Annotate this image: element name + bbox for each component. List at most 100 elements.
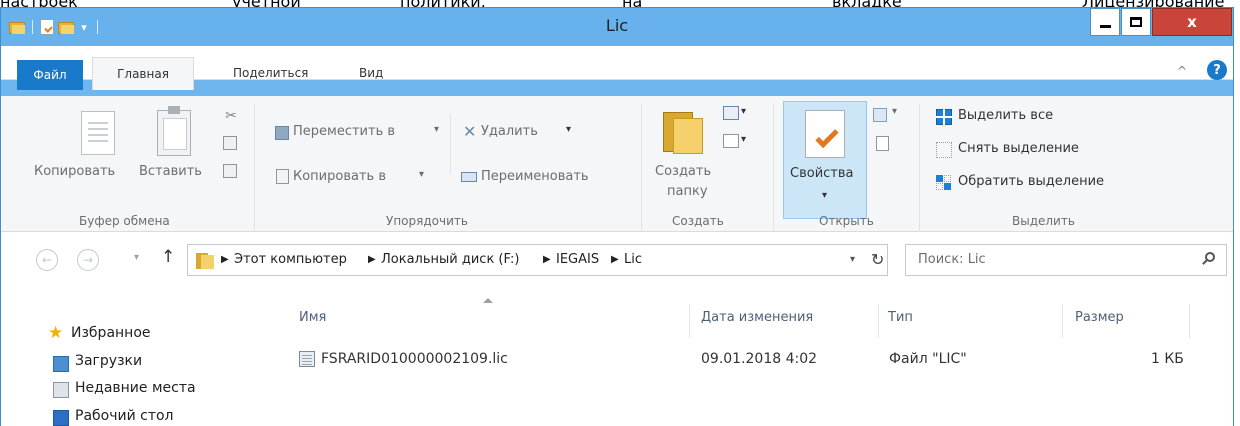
- maximize-button[interactable]: [1121, 8, 1151, 36]
- minimize-icon: [1099, 24, 1111, 28]
- help-icon[interactable]: ?: [1207, 60, 1227, 80]
- edit-icon[interactable]: [876, 136, 889, 151]
- easy-access-icon[interactable]: [723, 134, 739, 148]
- content-area: ★ Избранное Загрузки Недавние места Рабо…: [1, 290, 1233, 426]
- invert-selection-icon: [936, 175, 952, 191]
- rename-icon: [461, 172, 477, 182]
- invert-selection-button[interactable]: Обратить выделение: [958, 174, 1104, 189]
- new-item-icon[interactable]: [723, 106, 739, 120]
- copy-icon: [81, 111, 115, 155]
- tab-share[interactable]: Поделиться: [233, 66, 308, 80]
- file-row[interactable]: FSRARID010000002109.lic 09.01.2018 4:02 …: [295, 348, 1195, 372]
- chevron-down-icon: ▾: [566, 124, 572, 135]
- recent-locations-icon[interactable]: ▾: [134, 252, 139, 263]
- chevron-down-icon: ▾: [741, 134, 747, 145]
- close-button[interactable]: x: [1152, 8, 1232, 36]
- properties-button[interactable]: Свойства ▾: [783, 101, 867, 219]
- breadcrumb-item[interactable]: Lic: [624, 252, 642, 267]
- breadcrumb-item[interactable]: IEGAIS: [556, 252, 599, 267]
- refresh-icon[interactable]: ↻: [871, 250, 884, 269]
- up-button[interactable]: ↑: [161, 247, 175, 267]
- address-bar[interactable]: ▶ Этот компьютер ▶ Локальный диск (F:) ▶…: [187, 244, 888, 276]
- move-to-button[interactable]: Переместить в: [293, 124, 395, 139]
- group-label-open: Открыть: [819, 214, 874, 228]
- breadcrumb-item[interactable]: Локальный диск (F:): [381, 252, 519, 267]
- nav-item-desktop[interactable]: Рабочий стол: [75, 408, 174, 424]
- chevron-down-icon: ▾: [434, 124, 440, 135]
- downloads-icon: [53, 356, 69, 372]
- search-input[interactable]: Поиск: Lic: [905, 244, 1227, 276]
- address-history-icon[interactable]: ▾: [850, 254, 855, 265]
- nav-item-favorites[interactable]: Избранное: [71, 325, 151, 341]
- separator: [450, 114, 451, 174]
- delete-icon: ✕: [463, 122, 477, 141]
- chevron-down-icon: ▾: [741, 106, 747, 117]
- forward-button[interactable]: →: [77, 249, 99, 271]
- cut-icon[interactable]: ✂: [223, 108, 239, 124]
- navigation-pane: ★ Избранное Загрузки Недавние места Рабо…: [1, 290, 261, 426]
- breadcrumb-arrow-icon[interactable]: ▶: [543, 254, 551, 265]
- column-separator[interactable]: [689, 304, 690, 338]
- minimize-button[interactable]: [1090, 8, 1120, 36]
- nav-item-recent[interactable]: Недавние места: [75, 380, 196, 396]
- column-header-type[interactable]: Тип: [888, 310, 913, 325]
- paste-shortcut-icon[interactable]: [223, 164, 237, 178]
- ribbon: Копировать Вставить ✂ Буфер обмена Перем…: [1, 96, 1233, 232]
- tab-file[interactable]: Файл: [17, 60, 83, 90]
- maximize-icon: [1130, 17, 1142, 27]
- ribbon-tabs: Файл Главная Поделиться Вид ^ ?: [1, 46, 1233, 90]
- group-separator: [773, 104, 774, 232]
- tab-view[interactable]: Вид: [359, 66, 383, 80]
- breadcrumb-arrow-icon[interactable]: ▶: [221, 254, 229, 265]
- file-date: 09.01.2018 4:02: [701, 351, 818, 367]
- group-label-clipboard: Буфер обмена: [79, 214, 170, 228]
- move-to-icon: [275, 126, 289, 140]
- file-name: FSRARID010000002109.lic: [321, 351, 508, 367]
- close-icon: x: [1187, 13, 1197, 31]
- paste-button[interactable]: Вставить: [139, 164, 202, 179]
- select-none-button[interactable]: Снять выделение: [958, 141, 1079, 156]
- group-label-organize: Упорядочить: [386, 214, 468, 228]
- rename-button[interactable]: Переименовать: [481, 169, 589, 184]
- column-separator[interactable]: [878, 304, 879, 338]
- folder-icon: [196, 251, 216, 269]
- nav-item-downloads[interactable]: Загрузки: [75, 353, 142, 369]
- desktop-icon: [53, 410, 69, 426]
- copy-path-icon[interactable]: [223, 136, 237, 150]
- column-separator[interactable]: [1189, 304, 1190, 338]
- column-header-size[interactable]: Размер: [1075, 310, 1124, 325]
- breadcrumb-arrow-icon[interactable]: ▶: [611, 254, 619, 265]
- back-button[interactable]: ←: [36, 249, 58, 271]
- tab-home[interactable]: Главная: [92, 57, 194, 90]
- select-all-button[interactable]: Выделить все: [958, 108, 1053, 123]
- chevron-down-icon: ▾: [892, 106, 898, 117]
- delete-button[interactable]: Удалить: [481, 124, 538, 139]
- copy-to-icon: [276, 169, 289, 184]
- title-bar: ▾ Lic x: [1, 8, 1233, 46]
- new-folder-button[interactable]: Создать: [655, 164, 711, 179]
- search-icon[interactable]: [1202, 252, 1216, 268]
- chevron-down-icon: ▾: [419, 169, 425, 180]
- column-header-date[interactable]: Дата изменения: [701, 310, 813, 325]
- group-separator: [641, 104, 642, 232]
- new-folder-icon: [663, 108, 709, 154]
- properties-label: Свойства: [790, 166, 854, 181]
- breadcrumb-item[interactable]: Этот компьютер: [234, 252, 347, 267]
- column-header-name[interactable]: Имя: [299, 310, 326, 325]
- group-separator: [254, 104, 255, 232]
- column-separator[interactable]: [1062, 304, 1063, 338]
- file-size: 1 КБ: [1151, 351, 1184, 367]
- copy-button[interactable]: Копировать: [34, 164, 115, 179]
- group-label-select: Выделить: [1012, 214, 1075, 228]
- breadcrumb-arrow-icon[interactable]: ▶: [368, 254, 376, 265]
- star-icon: ★: [48, 323, 64, 343]
- open-icon[interactable]: [873, 108, 887, 122]
- window-title: Lic: [605, 16, 629, 35]
- select-all-icon: [936, 109, 952, 125]
- minimize-ribbon-icon[interactable]: ^: [1177, 64, 1187, 78]
- copy-to-button[interactable]: Копировать в: [293, 169, 386, 184]
- file-icon: [299, 351, 315, 367]
- search-placeholder: Поиск: Lic: [918, 252, 986, 267]
- chevron-down-icon: ▾: [822, 190, 828, 201]
- select-none-icon: [936, 142, 952, 158]
